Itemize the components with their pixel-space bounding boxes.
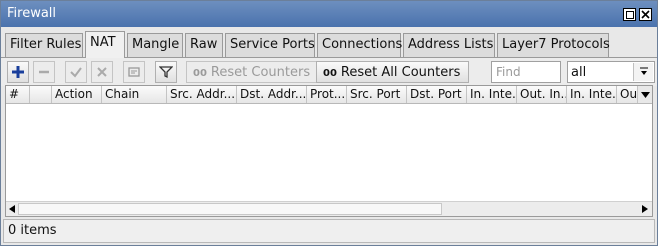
col-dst-port[interactable]: Dst. Port (407, 86, 467, 103)
col-in-interface[interactable]: In. Inte... (467, 86, 517, 103)
horizontal-scrollbar[interactable] (6, 201, 652, 216)
x-icon (97, 67, 107, 77)
col-index[interactable]: # (6, 86, 30, 103)
disable-button[interactable] (91, 61, 113, 83)
tab-address-lists[interactable]: Address Lists (403, 33, 495, 57)
counter-icon: 00 (193, 68, 207, 79)
reset-counters-label: Reset Counters (210, 65, 311, 80)
filter-select[interactable]: all (567, 61, 655, 83)
column-menu-button[interactable] (638, 86, 652, 103)
tab-mangle[interactable]: Mangle (127, 33, 183, 57)
filter-dropdown-button[interactable] (633, 63, 653, 81)
funnel-icon (159, 66, 173, 79)
nat-rules-table: # Action Chain Src. Addr... Dst. Addr...… (5, 85, 653, 217)
chevron-down-icon (640, 67, 648, 75)
reset-all-counters-label: Reset All Counters (340, 65, 461, 80)
col-src-port[interactable]: Src. Port (347, 86, 407, 103)
tab-filter-rules[interactable]: Filter Rules (5, 33, 83, 57)
minus-icon (39, 70, 49, 74)
col-out-interface[interactable]: Out. In... (517, 86, 567, 103)
tab-layer7-protocols[interactable]: Layer7 Protocols (497, 33, 610, 57)
col-action[interactable]: Action (52, 86, 102, 103)
col-out-interface-list[interactable]: Ou (617, 86, 638, 103)
col-protocol[interactable]: Prot... (307, 86, 347, 103)
scroll-left-icon (9, 205, 15, 213)
toolbar: 00Reset Counters 00Reset All Counters al… (1, 58, 657, 86)
add-button[interactable] (7, 61, 29, 83)
note-icon (128, 67, 140, 77)
close-button[interactable] (639, 8, 652, 21)
filter-select-value: all (571, 65, 587, 80)
filter-button[interactable] (155, 61, 177, 83)
col-src-address[interactable]: Src. Addr... (167, 86, 237, 103)
col-in-interface-list[interactable]: In. Inte... (567, 86, 617, 103)
scrollbar-thumb[interactable] (18, 203, 442, 215)
find-input[interactable] (491, 61, 561, 83)
reset-counters-button[interactable]: 00 Reset Counters (186, 61, 320, 83)
tab-nat[interactable]: NAT (85, 31, 125, 58)
tab-connections[interactable]: Connections (317, 33, 402, 57)
item-count: 0 items (8, 223, 57, 238)
plus-icon (12, 66, 24, 78)
scroll-right-icon (642, 205, 648, 213)
check-icon (70, 67, 82, 78)
status-bar: 0 items (3, 219, 655, 243)
table-header: # Action Chain Src. Addr... Dst. Addr...… (6, 86, 652, 104)
col-chain[interactable]: Chain (102, 86, 167, 103)
counter-icon: 00 (323, 68, 337, 79)
reset-all-counters-button[interactable]: 00 Reset All Counters (316, 61, 470, 83)
title-bar[interactable]: Firewall (1, 1, 657, 27)
remove-button[interactable] (33, 61, 55, 83)
restore-button[interactable] (623, 8, 636, 21)
col-dst-address[interactable]: Dst. Addr... (237, 86, 307, 103)
tab-service-ports[interactable]: Service Ports (225, 33, 315, 57)
firewall-window: Firewall Filter Rules NAT Mangle Raw Ser… (0, 0, 658, 246)
window-title: Firewall (7, 6, 57, 21)
tab-raw[interactable]: Raw (185, 33, 223, 57)
table-body (6, 105, 652, 201)
col-flags[interactable] (30, 86, 52, 103)
close-icon (641, 10, 650, 19)
chevron-down-icon (641, 92, 650, 98)
enable-button[interactable] (65, 61, 87, 83)
comment-button[interactable] (123, 61, 145, 83)
